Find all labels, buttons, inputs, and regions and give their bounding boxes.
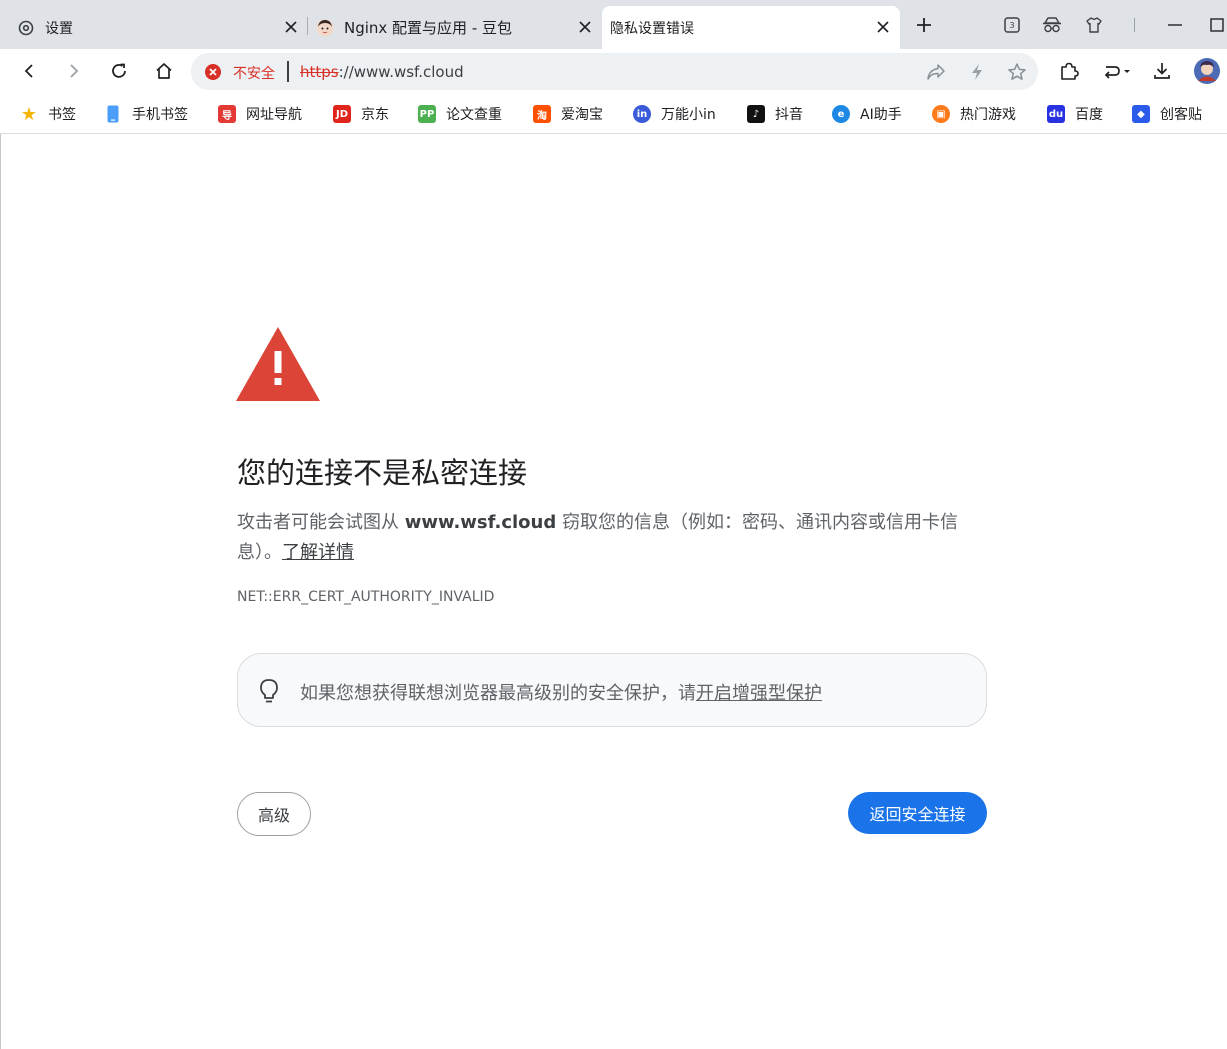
tab-settings[interactable]: 设置 [8,6,308,49]
error-description: 攻击者可能会试图从 www.wsf.cloud 窃取您的信息（例如：密码、通讯内… [237,508,987,568]
bookmark-label: 百度 [1075,107,1103,123]
tab-strip: 设置 Nginx 配置与应用 - 豆包 隐私设置错误 3 [0,0,1227,49]
bookmark-label: 网址导航 [246,107,302,123]
omnibox-divider [287,61,289,82]
home-button[interactable] [151,58,177,84]
bookmark-item[interactable]: 导网址导航 [218,103,302,125]
extensions-icon[interactable] [1056,58,1082,84]
robot-icon: in [633,105,651,123]
bookmark-label: AI助手 [860,107,902,123]
ai-assistant-icon: e [832,105,850,123]
jd-icon: JD [333,105,351,123]
forward-button[interactable] [61,58,87,84]
bookmark-item[interactable]: JD 京东 [333,103,389,125]
tab-privacy-error[interactable]: 隐私设置错误 [602,6,900,49]
address-bar[interactable]: 不安全 https://www.wsf.cloud [191,53,1038,90]
bookmark-label: 论文查重 [446,107,502,123]
bookmark-item[interactable]: ◆ 创客贴 [1132,103,1202,125]
game-icon: ▣ [932,105,950,123]
error-heading: 您的连接不是私密连接 [237,456,528,490]
tab-count-button[interactable]: 3 [1000,13,1024,37]
close-icon[interactable] [874,18,892,36]
not-secure-label[interactable]: 不安全 [233,63,275,83]
share-icon[interactable] [925,61,947,83]
chuangketie-icon: ◆ [1132,105,1150,123]
lightbulb-icon [260,679,278,703]
advanced-button[interactable]: 高级 [237,792,311,836]
tab-doubao[interactable]: Nginx 配置与应用 - 豆包 [308,6,602,49]
settings-gear-icon [17,19,35,37]
pp-icon: PP [418,105,436,123]
bookmark-item[interactable]: 手机书签 [104,103,188,125]
close-icon[interactable] [282,18,300,36]
url-host: ://www.wsf.cloud [338,63,464,81]
bookmark-label: 创客贴 [1160,107,1202,123]
enhanced-protection-tip: 如果您想获得联想浏览器最高级别的安全保护，请开启增强型保护 [237,653,987,727]
enable-enhanced-protection-link[interactable]: 开启增强型保护 [696,683,822,704]
tip-message: 如果您想获得联想浏览器最高级别的安全保护，请 [300,683,696,704]
bookmark-item[interactable]: e AI助手 [832,103,902,125]
bookmark-label: 爱淘宝 [561,107,603,123]
error-code: NET::ERR_CERT_AUTHORITY_INVALID [237,589,495,605]
phone-icon [104,105,122,123]
learn-more-link[interactable]: 了解详情 [282,542,354,563]
history-undo-button[interactable] [1100,58,1134,84]
doubao-avatar-icon [316,19,334,37]
profile-avatar[interactable] [1193,57,1221,85]
douyin-icon: ♪ [747,105,765,123]
bookmark-item[interactable]: 淘爱淘宝 [533,103,603,125]
bookmark-star-icon[interactable] [1006,61,1028,83]
bookmark-item[interactable]: ★ 书签 [20,103,76,125]
bookmark-label: 京东 [361,107,389,123]
bookmark-label: 书签 [48,107,76,123]
tab-title: Nginx 配置与应用 - 豆包 [344,19,513,37]
minimize-window-button[interactable] [1163,13,1187,37]
bookmark-item[interactable]: in 万能小in [633,103,716,125]
warning-triangle-icon [236,327,320,401]
desc-prefix: 攻击者可能会试图从 [237,512,405,533]
bookmarks-bar: ★ 书签 手机书签 导网址导航 JD 京东 PP 论文查重 淘爱淘宝 in 万能小in ♪ 抖音 e AI助… [0,94,1227,134]
tab-count-label: 3 [1009,20,1015,30]
bookmark-label: 抖音 [775,107,803,123]
desc-host: www.wsf.cloud [404,512,557,533]
bookmark-item[interactable]: ♪ 抖音 [747,103,803,125]
tab-title: 设置 [45,20,73,37]
close-icon[interactable] [576,18,594,36]
navigation-icon: 导 [218,105,236,123]
bookmark-item[interactable]: ▣ 热门游戏 [932,103,1016,125]
lightning-icon[interactable] [966,61,988,83]
star-icon: ★ [20,105,38,123]
bookmark-label: 万能小in [661,107,716,123]
incognito-icon[interactable] [1040,13,1064,37]
tip-text: 如果您想获得联想浏览器最高级别的安全保护，请开启增强型保护 [300,679,822,705]
back-button[interactable] [16,58,42,84]
bookmark-item[interactable]: PP 论文查重 [418,103,502,125]
not-secure-icon[interactable] [205,64,221,80]
tab-title: 隐私设置错误 [610,20,694,37]
bookmark-item[interactable]: du 百度 [1047,103,1103,125]
download-icon[interactable] [1149,58,1175,84]
window-divider [1134,18,1135,32]
taobao-icon: 淘 [533,105,551,123]
bookmark-label: 手机书签 [132,107,188,123]
url-scheme: https [300,63,339,81]
bookmark-label: 热门游戏 [960,107,1016,123]
reload-button[interactable] [106,58,132,84]
toolbar: 不安全 https://www.wsf.cloud [0,49,1227,94]
skin-shirt-icon[interactable] [1082,13,1106,37]
url-text[interactable]: https://www.wsf.cloud [300,63,464,81]
new-tab-button[interactable] [912,13,936,37]
maximize-window-button[interactable] [1205,13,1227,37]
baidu-icon: du [1047,105,1065,123]
error-page: 您的连接不是私密连接 攻击者可能会试图从 www.wsf.cloud 窃取您的信… [0,134,1227,1049]
back-to-safety-button[interactable]: 返回安全连接 [848,792,987,834]
